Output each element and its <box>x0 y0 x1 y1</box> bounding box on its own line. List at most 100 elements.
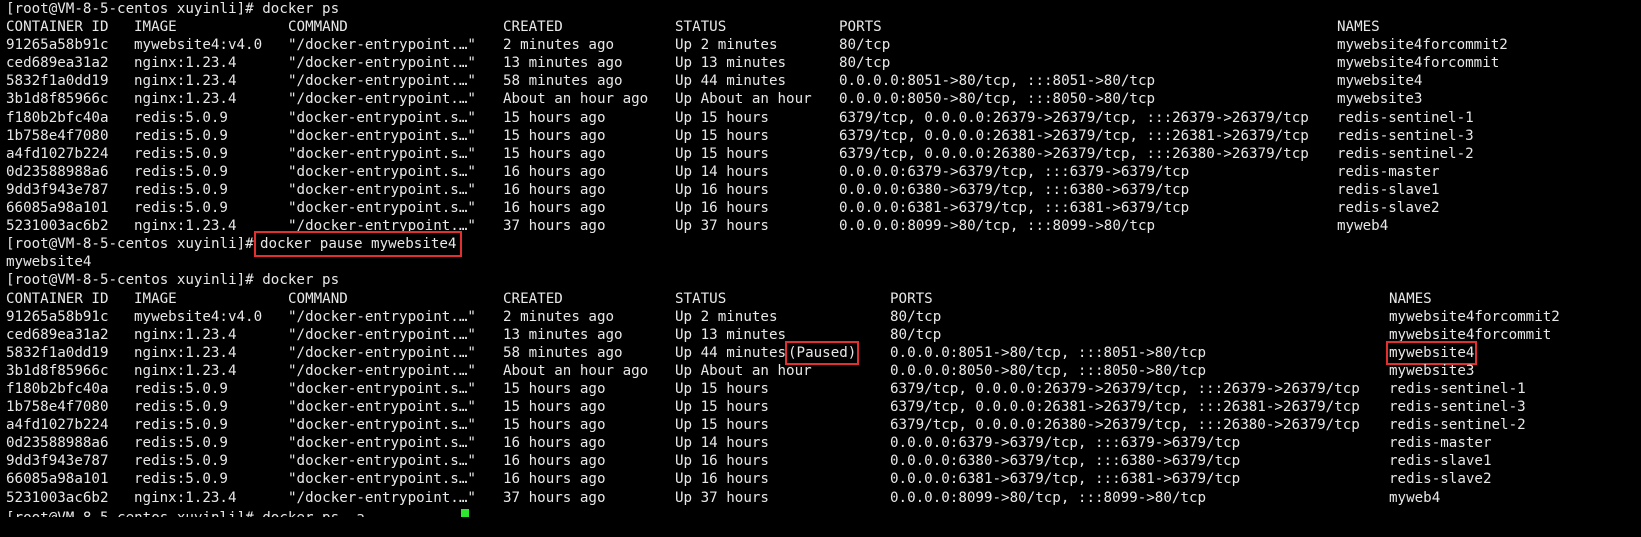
cell-command: "/docker-entrypoint.…" <box>288 91 476 108</box>
cell-created: 16 hours ago <box>503 181 606 198</box>
table-row[interactable]: 91265a58b91c mywebsite4:v4.0 "/docker-entr… <box>6 308 1638 326</box>
cell-image: nginx:1.23.4 <box>134 362 237 379</box>
cell-image: nginx:1.23.4 <box>134 73 237 90</box>
cell-status: Up 15 hours <box>675 380 769 397</box>
cell-status: Up 37 hours <box>675 489 769 506</box>
cell-container-id: 3b1d8f85966c <box>6 91 109 108</box>
cell-ports: 6379/tcp, 0.0.0.0:26381->26379/tcp, :::2… <box>890 399 1360 416</box>
paused-status-badge: (Paused) <box>784 340 860 365</box>
command-output-text: mywebsite4 <box>6 254 92 271</box>
cell-names: redis-sentinel-1 <box>1337 109 1474 126</box>
cell-created: 58 minutes ago <box>503 344 623 361</box>
terminal-window[interactable]: [root@VM-8-5-centos xuyinli]# docker ps C… <box>6 0 1638 537</box>
table-row[interactable]: 0d23588988a6 redis:5.0.9 "docker-entrypoin… <box>6 434 1638 452</box>
cell-container-id: 5231003ac6b2 <box>6 218 109 235</box>
cell-created: 15 hours ago <box>503 417 606 434</box>
pause-command: docker pause mywebsite4 <box>253 231 463 258</box>
cell-ports: 0.0.0.0:6381->6379/tcp, :::6381->6379/tc… <box>839 200 1190 217</box>
cell-command: "docker-entrypoint.s…" <box>288 417 476 434</box>
cell-names: redis-sentinel-2 <box>1389 417 1526 434</box>
table-row[interactable]: a4fd1027b224 redis:5.0.9 "docker-entrypoin… <box>6 416 1638 434</box>
table-row[interactable]: 5832f1a0dd19 nginx:1.23.4 "/docker-entrypo… <box>6 340 1638 365</box>
cell-container-id: f180b2bfc40a <box>6 380 109 397</box>
header-status: STATUS <box>675 19 727 36</box>
cell-status: Up 15 hours <box>675 399 769 416</box>
cell-container-id: 0d23588988a6 <box>6 163 109 180</box>
cell-ports: 0.0.0.0:6380->6379/tcp, :::6380->6379/tc… <box>839 181 1190 198</box>
cell-status: Up 44 minutes <box>675 344 787 361</box>
table-row[interactable]: 9dd3f943e787 redis:5.0.9 "docker-entrypoin… <box>6 452 1638 470</box>
cell-command: "/docker-entrypoint.…" <box>288 218 476 235</box>
table-row[interactable]: 3b1d8f85966c nginx:1.23.4 "/docker-entrypo… <box>6 90 1638 108</box>
table-row[interactable]: 1b758e4f7080 redis:5.0.9 "docker-entrypoin… <box>6 127 1638 145</box>
shell-prompt-current[interactable]: [root@VM-8-5-centos xuyinli]# docker ps … <box>6 507 1638 517</box>
table-row[interactable]: 0d23588988a6 redis:5.0.9 "docker-entrypoin… <box>6 163 1638 181</box>
cell-created: 16 hours ago <box>503 163 606 180</box>
cell-status: Up 16 hours <box>675 181 769 198</box>
cell-ports: 0.0.0.0:8050->80/tcp, :::8050->80/tcp <box>890 362 1207 379</box>
cell-command: "/docker-entrypoint.…" <box>288 308 476 325</box>
cell-ports: 0.0.0.0:8050->80/tcp, :::8050->80/tcp <box>839 91 1156 108</box>
table-row[interactable]: 5231003ac6b2 nginx:1.23.4 "/docker-entrypo… <box>6 489 1638 507</box>
cell-container-id: 91265a58b91c <box>6 308 109 325</box>
table-row[interactable]: ced689ea31a2 nginx:1.23.4 "/docker-entrypo… <box>6 54 1638 72</box>
cell-container-id: 66085a98a101 <box>6 200 109 217</box>
cell-names: myweb4 <box>1337 218 1389 235</box>
cell-image: redis:5.0.9 <box>134 380 228 397</box>
cell-command: "docker-entrypoint.s…" <box>288 453 476 470</box>
cell-ports: 0.0.0.0:8051->80/tcp, :::8051->80/tcp <box>839 73 1156 90</box>
cell-names: mywebsite4 <box>1337 73 1423 90</box>
table-row[interactable]: 66085a98a101 redis:5.0.9 "docker-entrypoin… <box>6 470 1638 488</box>
cell-container-id: 5832f1a0dd19 <box>6 344 109 361</box>
cell-status: Up 14 hours <box>675 435 769 452</box>
shell-prompt: [root@VM-8-5-centos xuyinli]# docker ps <box>6 271 1638 289</box>
table-row[interactable]: 5832f1a0dd19 nginx:1.23.4 "/docker-entrypo… <box>6 72 1638 90</box>
table-row[interactable]: 9dd3f943e787 redis:5.0.9 "docker-entrypoin… <box>6 181 1638 199</box>
cell-names: mywebsite4 <box>1385 340 1478 365</box>
cell-names: redis-slave1 <box>1337 181 1440 198</box>
cell-command: "docker-entrypoint.s…" <box>288 435 476 452</box>
shell-prompt-text: [root@VM-8-5-centos xuyinli]# <box>6 236 263 253</box>
cell-command: "/docker-entrypoint.…" <box>288 489 476 506</box>
cell-image: redis:5.0.9 <box>134 417 228 434</box>
cell-created: 15 hours ago <box>503 109 606 126</box>
cell-status: Up 37 hours <box>675 218 769 235</box>
cell-command: "docker-entrypoint.s…" <box>288 380 476 397</box>
cell-ports: 0.0.0.0:8051->80/tcp, :::8051->80/tcp <box>890 344 1207 361</box>
cell-image: nginx:1.23.4 <box>134 91 237 108</box>
cell-created: 15 hours ago <box>503 399 606 416</box>
cell-command: "docker-entrypoint.s…" <box>288 399 476 416</box>
table-row[interactable]: f180b2bfc40a redis:5.0.9 "docker-entrypoin… <box>6 109 1638 127</box>
table-row[interactable]: 91265a58b91c mywebsite4:v4.0 "/docker-entr… <box>6 36 1638 54</box>
header-container-id: CONTAINER ID <box>6 290 109 307</box>
shell-prompt-text: [root@VM-8-5-centos xuyinli]# docker ps <box>6 272 340 289</box>
table-row[interactable]: 1b758e4f7080 redis:5.0.9 "docker-entrypoin… <box>6 398 1638 416</box>
cell-ports: 80/tcp <box>890 308 942 325</box>
cell-names: redis-slave2 <box>1337 200 1440 217</box>
cell-names: redis-master <box>1389 435 1492 452</box>
table-row[interactable]: 3b1d8f85966c nginx:1.23.4 "/docker-entrypo… <box>6 362 1638 380</box>
cell-image: nginx:1.23.4 <box>134 344 237 361</box>
cell-status: Up 13 minutes <box>675 55 787 72</box>
table-row[interactable]: ced689ea31a2 nginx:1.23.4 "/docker-entrypo… <box>6 326 1638 344</box>
cell-container-id: ced689ea31a2 <box>6 55 109 72</box>
cell-created: 16 hours ago <box>503 435 606 452</box>
cell-image: nginx:1.23.4 <box>134 218 237 235</box>
cell-image: mywebsite4:v4.0 <box>134 308 263 325</box>
cell-ports: 0.0.0.0:6379->6379/tcp, :::6379->6379/tc… <box>839 163 1190 180</box>
table-row[interactable]: 5231003ac6b2 nginx:1.23.4 "/docker-entrypo… <box>6 217 1638 235</box>
cell-image: redis:5.0.9 <box>134 163 228 180</box>
cell-ports: 80/tcp <box>839 55 891 72</box>
table-row[interactable]: 66085a98a101 redis:5.0.9 "docker-entrypoin… <box>6 199 1638 217</box>
cell-command: "/docker-entrypoint.…" <box>288 344 476 361</box>
cell-image: mywebsite4:v4.0 <box>134 37 263 54</box>
cell-image: redis:5.0.9 <box>134 145 228 162</box>
cell-command: "docker-entrypoint.s…" <box>288 127 476 144</box>
cell-command: "/docker-entrypoint.…" <box>288 362 476 379</box>
table-row[interactable]: f180b2bfc40a redis:5.0.9 "docker-entrypoin… <box>6 380 1638 398</box>
cell-status: Up 13 minutes <box>675 326 787 343</box>
cell-command: "/docker-entrypoint.…" <box>288 55 476 72</box>
cell-names: redis-slave2 <box>1389 471 1492 488</box>
cell-command: "docker-entrypoint.s…" <box>288 471 476 488</box>
table-row[interactable]: a4fd1027b224 redis:5.0.9 "docker-entrypoin… <box>6 145 1638 163</box>
